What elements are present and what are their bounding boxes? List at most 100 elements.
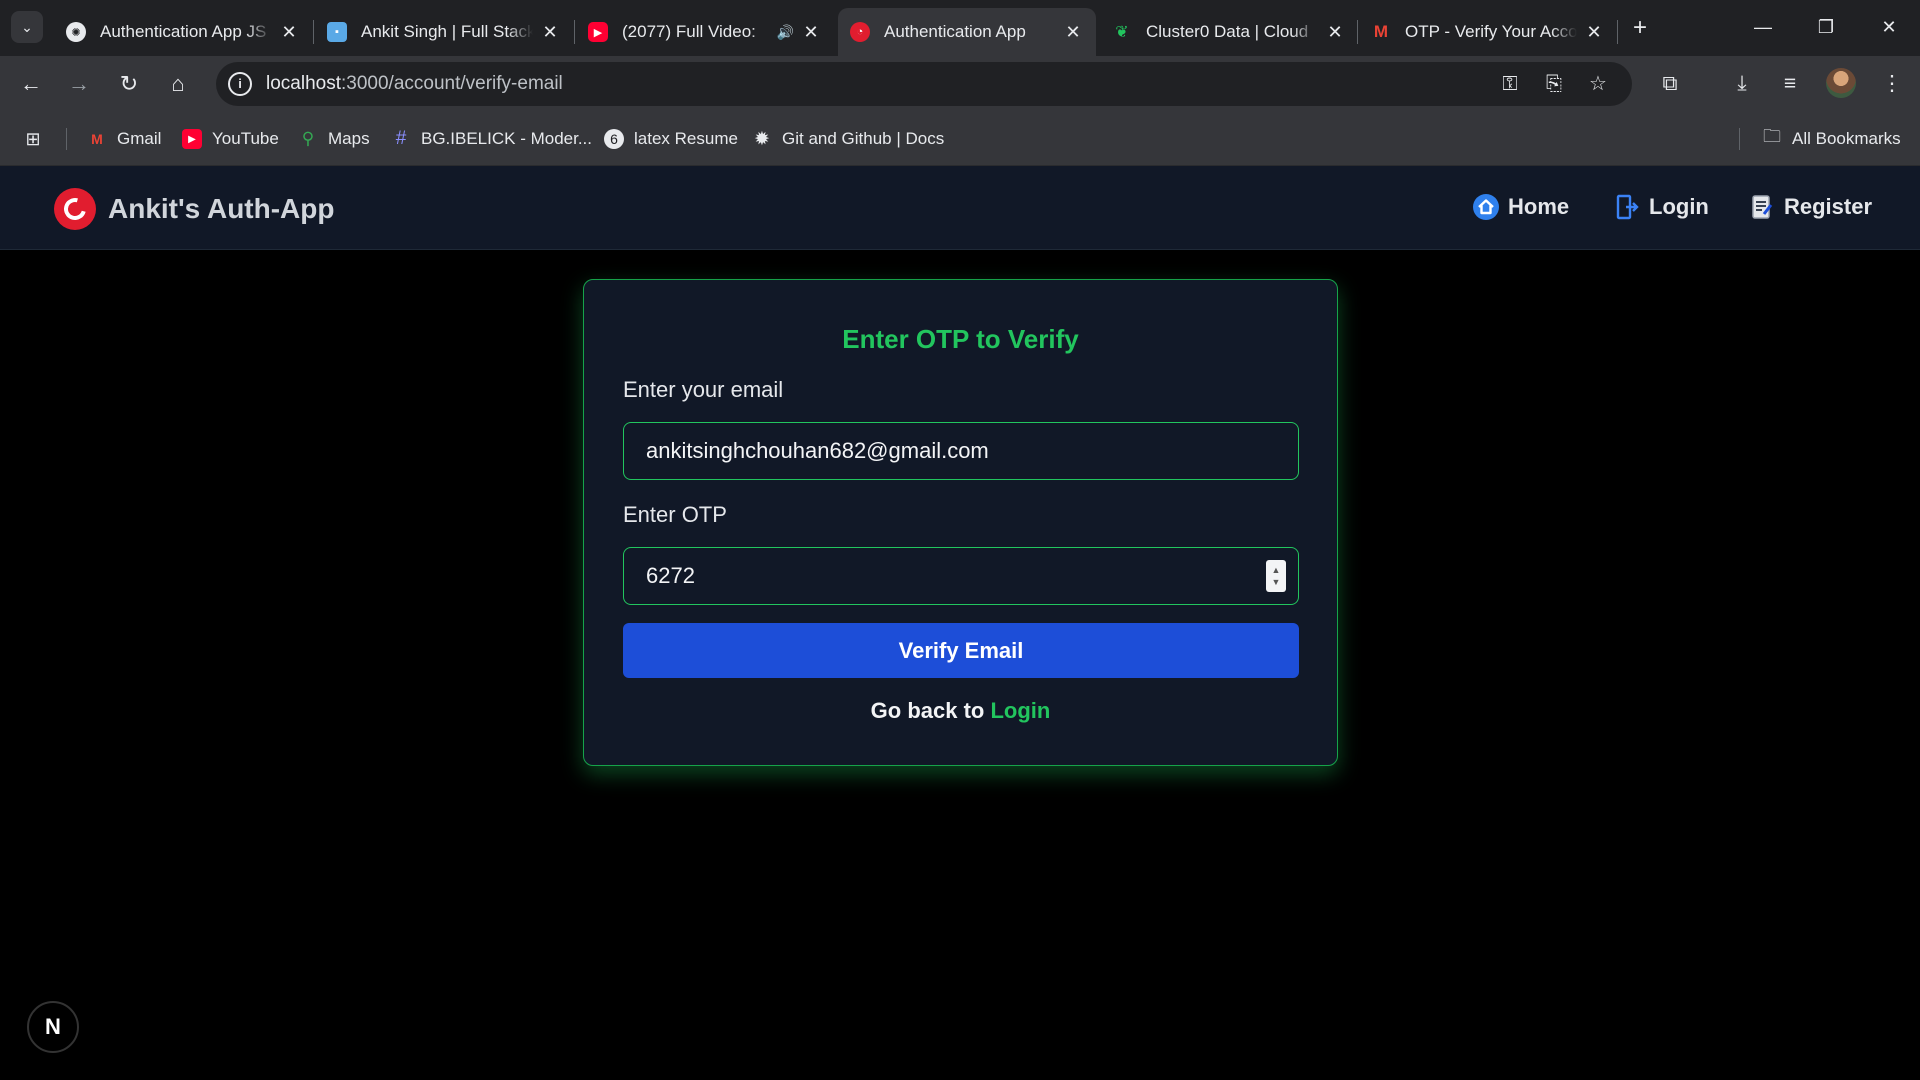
address-bar[interactable]: i localhost:3000/account/verify-email ⚿ … bbox=[216, 62, 1632, 106]
url-host: localhost bbox=[266, 73, 341, 94]
tab-gmail-otp[interactable]: M OTP - Verify Your Acco ✕ bbox=[1359, 8, 1617, 56]
restore-button[interactable]: ❐ bbox=[1801, 10, 1851, 44]
folder-icon: 🗀 bbox=[1763, 126, 1781, 146]
bookmark-label: Gmail bbox=[117, 129, 162, 148]
hash-icon: # bbox=[395, 128, 407, 149]
bookmark-youtube[interactable]: ▶ YouTube bbox=[182, 126, 279, 152]
home-button[interactable]: ⌂ bbox=[160, 66, 196, 102]
download-icon[interactable]: ⤓ bbox=[1726, 68, 1758, 100]
nav-home-link[interactable]: Home bbox=[1473, 194, 1569, 220]
email-input[interactable]: ankitsinghchouhan682@gmail.com bbox=[623, 422, 1299, 480]
bookmarks-bar: ⊞ M Gmail ▶ YouTube ⚲ Maps # BG.IBELICK … bbox=[0, 112, 1920, 166]
home-icon bbox=[1473, 194, 1499, 220]
close-icon[interactable]: ✕ bbox=[278, 22, 300, 43]
otp-input[interactable]: 6272 ▲ ▼ bbox=[623, 547, 1299, 605]
brand-logo-icon bbox=[54, 188, 96, 230]
bookmark-label: YouTube bbox=[212, 129, 279, 148]
tab-search-button[interactable]: ⌄ bbox=[11, 11, 43, 43]
bookmark-label: Maps bbox=[328, 129, 370, 148]
password-key-icon[interactable]: ⚿ bbox=[1496, 70, 1524, 98]
login-link[interactable]: Login bbox=[990, 698, 1050, 723]
tab-youtube-video[interactable]: ▶ (2077) Full Video: 🔊 ✕ bbox=[576, 8, 834, 56]
portfolio-icon: ▪ bbox=[327, 22, 347, 42]
bookmark-git-github[interactable]: ✹ Git and Github | Docs bbox=[752, 126, 944, 152]
youtube-icon: ▶ bbox=[588, 22, 608, 42]
back-button[interactable]: ← bbox=[13, 66, 49, 102]
tab-portfolio[interactable]: ▪ Ankit Singh | Full Stack ✕ bbox=[315, 8, 573, 56]
bookmark-gmail[interactable]: M Gmail bbox=[87, 126, 161, 152]
tab-title: Cluster0 Data | Cloud bbox=[1146, 22, 1309, 41]
bookmarks-divider bbox=[66, 128, 67, 150]
card-title: Enter OTP to Verify bbox=[842, 324, 1079, 354]
all-bookmarks-button[interactable]: 🗀 All Bookmarks bbox=[1762, 126, 1901, 152]
nav-register-link[interactable]: Register bbox=[1749, 194, 1872, 220]
tab-strip: ⌄ ✺ Authentication App JS ✕ ▪ Ankit Sing… bbox=[0, 0, 1920, 56]
nav-login-link[interactable]: Login bbox=[1614, 194, 1709, 220]
close-icon[interactable]: ✕ bbox=[800, 22, 822, 43]
verify-otp-card: Enter OTP to Verify Enter your email ank… bbox=[583, 279, 1338, 766]
close-icon[interactable]: ✕ bbox=[1583, 22, 1605, 43]
nav-register-label: Register bbox=[1784, 194, 1873, 219]
tab-auth-app-js[interactable]: ✺ Authentication App JS ✕ bbox=[54, 8, 312, 56]
nav-login-label: Login bbox=[1649, 194, 1709, 219]
bookmark-label: latex Resume bbox=[634, 129, 738, 148]
speaker-icon[interactable]: 🔊 bbox=[777, 24, 794, 41]
menu-kebab-icon[interactable]: ⋮ bbox=[1876, 68, 1908, 100]
new-tab-button[interactable]: + bbox=[1626, 14, 1654, 42]
bookmark-star-icon[interactable]: ☆ bbox=[1584, 70, 1612, 98]
bookmark-latex-resume[interactable]: 6 latex Resume bbox=[604, 126, 738, 152]
forward-button[interactable]: → bbox=[61, 66, 97, 102]
bookmark-bg-ibelick[interactable]: # BG.IBELICK - Moder... bbox=[391, 126, 592, 152]
gmail-icon: M bbox=[91, 131, 103, 147]
bookmark-maps[interactable]: ⚲ Maps bbox=[298, 126, 370, 152]
login-door-icon bbox=[1614, 194, 1640, 220]
tab-divider bbox=[574, 20, 575, 44]
tab-title: Authentication App JS bbox=[100, 22, 267, 41]
url-text[interactable]: localhost:3000/account/verify-email bbox=[266, 73, 563, 95]
youtube-icon: ▶ bbox=[182, 129, 202, 149]
close-icon[interactable]: ✕ bbox=[539, 22, 561, 43]
tab-divider bbox=[1617, 20, 1618, 44]
all-bookmarks-label: All Bookmarks bbox=[1792, 129, 1901, 148]
bookmarks-divider bbox=[1739, 128, 1740, 150]
mongodb-icon: ❦ bbox=[1115, 24, 1129, 41]
bookmark-label: BG.IBELICK - Moder... bbox=[421, 129, 593, 148]
otp-label: Enter OTP bbox=[623, 502, 727, 527]
brand[interactable]: Ankit's Auth-App bbox=[54, 188, 334, 230]
stepper-down-icon[interactable]: ▼ bbox=[1272, 576, 1281, 588]
minimize-button[interactable]: — bbox=[1738, 10, 1788, 44]
close-icon[interactable]: ✕ bbox=[1062, 22, 1084, 43]
tab-authentication-app[interactable]: ◔ Authentication App ✕ bbox=[838, 8, 1096, 56]
tab-title: Authentication App bbox=[884, 22, 1026, 41]
app-navbar: Ankit's Auth-App Home Login Register bbox=[0, 166, 1920, 250]
gmail-icon: M bbox=[1373, 22, 1389, 41]
maps-pin-icon: ⚲ bbox=[301, 129, 315, 148]
site-info-icon[interactable]: i bbox=[228, 72, 252, 96]
reload-button[interactable]: ↻ bbox=[111, 66, 147, 102]
number-stepper[interactable]: ▲ ▼ bbox=[1266, 560, 1286, 592]
nextjs-dev-badge[interactable]: N bbox=[27, 1001, 79, 1053]
media-control-icon[interactable]: ≡ bbox=[1774, 68, 1806, 100]
profile-avatar[interactable] bbox=[1826, 68, 1856, 98]
register-form-icon bbox=[1749, 194, 1775, 220]
stepper-up-icon[interactable]: ▲ bbox=[1272, 564, 1281, 576]
tab-mongodb[interactable]: ❦ Cluster0 Data | Cloud ✕ bbox=[1100, 8, 1358, 56]
verify-email-button[interactable]: Verify Email bbox=[623, 623, 1299, 678]
browser-toolbar: ← → ↻ ⌂ i localhost:3000/account/verify-… bbox=[0, 56, 1920, 112]
tab-title: Ankit Singh | Full Stack bbox=[361, 22, 533, 41]
openai-icon: ✺ bbox=[66, 22, 86, 42]
apps-grid-icon[interactable]: ⊞ bbox=[23, 126, 53, 152]
auth-app-icon: ◔ bbox=[850, 22, 870, 42]
extensions-icon[interactable]: ⧉ bbox=[1654, 68, 1686, 100]
close-window-button[interactable]: ✕ bbox=[1864, 10, 1914, 44]
otp-input-value: 6272 bbox=[646, 563, 695, 588]
back-text: Go back to bbox=[870, 698, 985, 723]
translate-icon[interactable]: ⎘ bbox=[1540, 70, 1568, 98]
tab-title: (2077) Full Video: bbox=[622, 22, 756, 41]
close-icon[interactable]: ✕ bbox=[1324, 22, 1346, 43]
email-label: Enter your email bbox=[623, 377, 784, 402]
tab-divider bbox=[313, 20, 314, 44]
tab-title: OTP - Verify Your Acco bbox=[1405, 22, 1577, 41]
nav-home-label: Home bbox=[1508, 194, 1570, 219]
email-input-value: ankitsinghchouhan682@gmail.com bbox=[646, 438, 989, 463]
